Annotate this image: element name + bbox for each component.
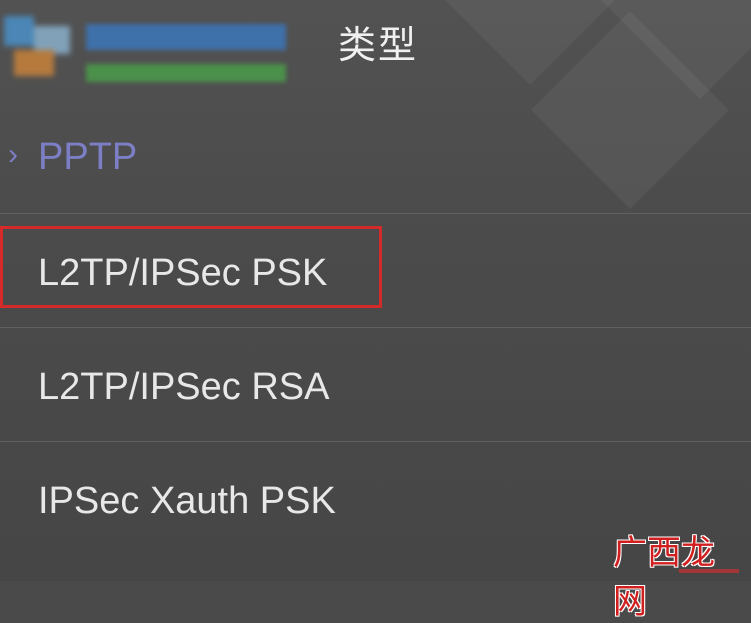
list-item-pptp[interactable]: › PPTP xyxy=(0,100,751,214)
list-item-label: PPTP xyxy=(38,136,138,178)
blurred-logo xyxy=(0,10,80,90)
corner-watermark: 广西龙网 xyxy=(613,525,743,622)
highlight-box xyxy=(0,226,382,308)
list-item-label: L2TP/IPSec RSA xyxy=(38,366,330,408)
chevron-right-icon: › xyxy=(8,138,18,171)
watermark-text: 广西龙网 xyxy=(613,533,715,622)
page-title: 类型 xyxy=(338,23,419,67)
list-item-l2tp-ipsec-rsa[interactable]: L2TP/IPSec RSA xyxy=(0,328,751,442)
watermark-url-bar xyxy=(679,569,739,573)
list-item-label: IPSec Xauth PSK xyxy=(38,480,336,522)
header: 类型 xyxy=(0,0,751,90)
blurred-watermark xyxy=(80,20,290,90)
